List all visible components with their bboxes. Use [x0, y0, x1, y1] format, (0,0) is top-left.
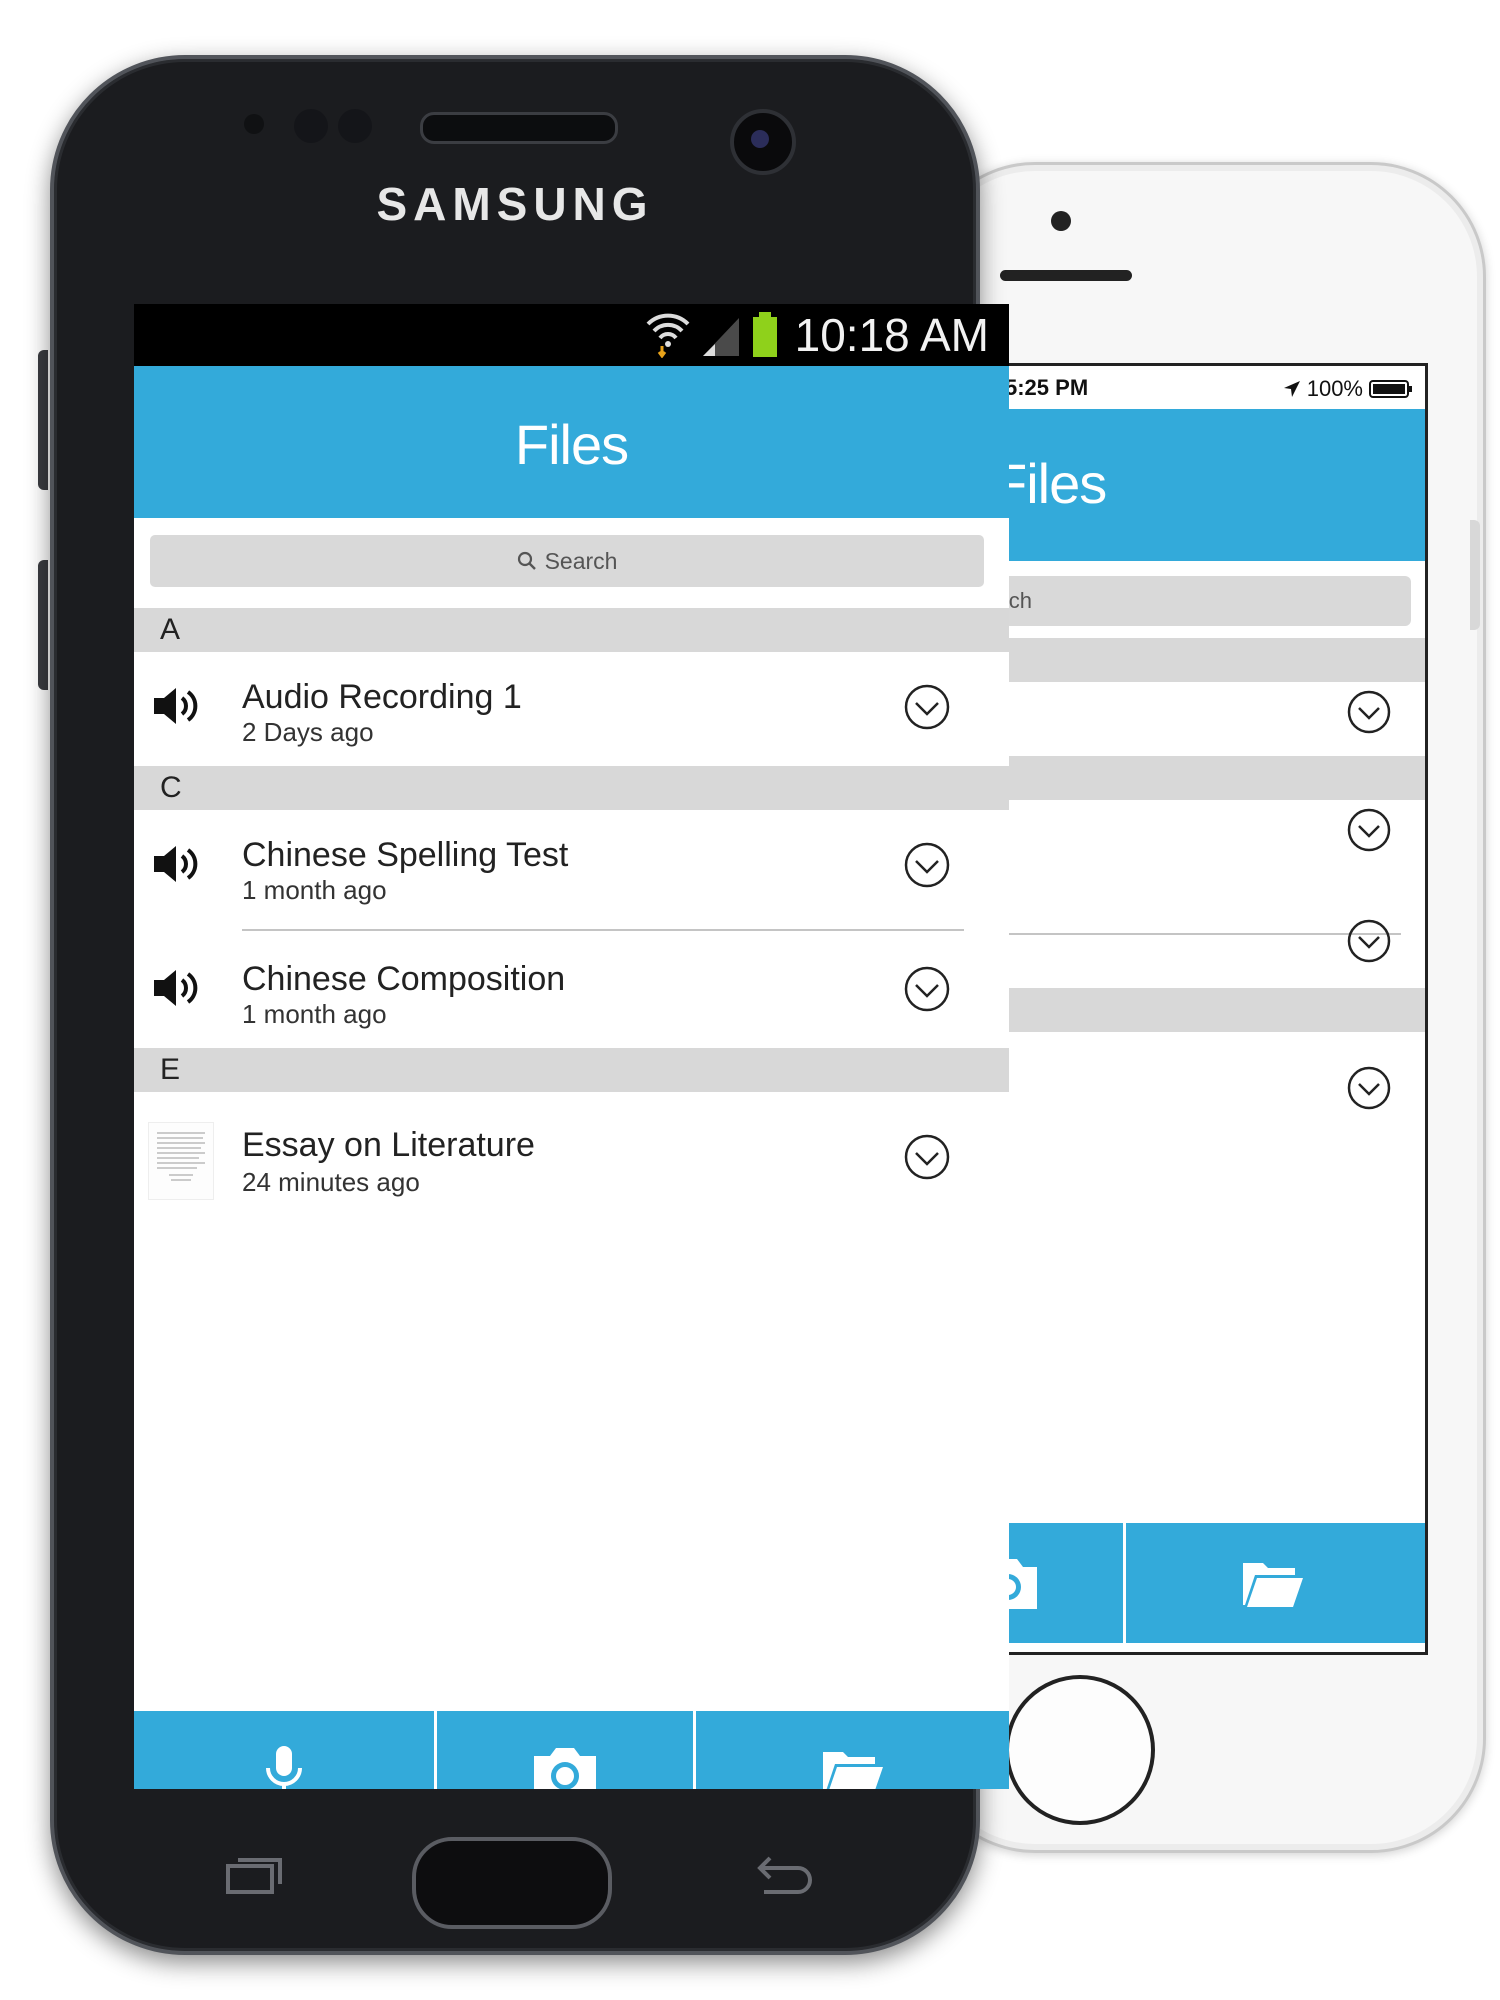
search-icon	[517, 551, 536, 570]
tab-camera[interactable]	[437, 1711, 693, 1789]
section-header-c: C	[134, 766, 1009, 810]
ios-search-input[interactable]: earch	[983, 576, 1411, 626]
ios-status-bar: 5:25 PM 100%	[983, 366, 1425, 409]
ios-row-divider	[983, 933, 1401, 935]
samsung-volume-button	[38, 350, 48, 490]
chevron-down-icon[interactable]	[1347, 690, 1391, 734]
ios-bottom-tab-bar	[983, 1523, 1425, 1643]
samsung-sensor	[338, 109, 372, 143]
location-arrow-icon	[1283, 381, 1300, 397]
tab-files[interactable]	[696, 1711, 1009, 1789]
samsung-volume-button	[38, 560, 48, 690]
speaker-icon	[154, 688, 198, 724]
list-item[interactable]: Essay on Literature 24 minutes ago	[134, 1092, 1009, 1222]
camera-icon	[534, 1748, 596, 1789]
document-text-lines	[157, 1132, 205, 1181]
file-name: Essay on Literature	[242, 1126, 535, 1164]
microphone-icon	[266, 1746, 302, 1789]
page-title: Files	[514, 413, 629, 476]
iphone-home-button[interactable]	[1005, 1675, 1155, 1825]
android-status-bar: 10:18 AM	[134, 304, 1009, 366]
chevron-down-icon[interactable]	[904, 842, 950, 888]
bottom-tab-bar	[134, 1711, 1009, 1789]
ios-section-header	[983, 638, 1425, 682]
app-header: Files	[134, 366, 1009, 518]
iphone-screen: 5:25 PM 100% Files earch	[980, 363, 1428, 1655]
signal-icon	[703, 318, 739, 356]
list-item[interactable]: Audio Recording 1 2 Days ago	[134, 652, 1009, 766]
ios-status-time: 5:25 PM	[1005, 375, 1089, 400]
iphone-front-camera	[1051, 211, 1071, 231]
chevron-down-icon[interactable]	[904, 684, 950, 730]
android-status-time: 10:18 AM	[794, 309, 989, 361]
samsung-device: SAMSUNG 10:18 AM Files Search A Audio Re…	[50, 55, 1009, 1955]
chevron-down-icon[interactable]	[904, 1134, 950, 1180]
chevron-down-icon[interactable]	[1347, 1066, 1391, 1110]
search-input[interactable]: Search	[150, 535, 984, 587]
ios-section-header	[983, 988, 1425, 1032]
file-name: Audio Recording 1	[242, 678, 522, 716]
file-name: Chinese Spelling Test	[242, 836, 569, 874]
back-icon[interactable]	[754, 1854, 814, 1896]
speaker-icon	[154, 970, 198, 1006]
folder-icon[interactable]	[1241, 1557, 1305, 1609]
samsung-screen: 10:18 AM Files Search A Audio Recording …	[134, 304, 1009, 1789]
iphone-side-button	[1470, 520, 1480, 630]
file-name: Chinese Composition	[242, 960, 566, 998]
section-header-e: E	[134, 1048, 1009, 1092]
wifi-icon	[646, 313, 690, 358]
samsung-brand-logo: SAMSUNG	[376, 178, 654, 230]
search-placeholder: Search	[544, 547, 618, 574]
list-item[interactable]: Chinese Spelling Test 1 month ago	[134, 810, 1009, 924]
section-header-a: A	[134, 608, 1009, 652]
document-thumbnail	[148, 1122, 214, 1200]
file-timestamp: 1 month ago	[242, 875, 387, 905]
file-timestamp: 24 minutes ago	[242, 1167, 420, 1197]
samsung-front-camera	[730, 109, 796, 175]
ios-header: Files	[983, 409, 1425, 561]
recent-apps-icon[interactable]	[224, 1854, 284, 1896]
battery-icon	[1369, 380, 1412, 398]
samsung-home-button[interactable]	[412, 1837, 612, 1929]
chevron-down-icon[interactable]	[1347, 919, 1391, 963]
file-timestamp: 2 Days ago	[242, 717, 374, 747]
list-item[interactable]: Chinese Composition 1 month ago	[134, 934, 1009, 1048]
iphone-earpiece	[1000, 270, 1132, 281]
file-timestamp: 1 month ago	[242, 999, 387, 1029]
ios-section-header	[983, 756, 1425, 800]
row-divider	[242, 929, 964, 931]
folder-icon	[822, 1752, 883, 1789]
samsung-sensor	[244, 114, 264, 134]
samsung-earpiece	[420, 112, 618, 144]
chevron-down-icon[interactable]	[904, 966, 950, 1012]
battery-icon	[753, 312, 777, 357]
ios-battery-percent: 100%	[1306, 376, 1363, 401]
speaker-icon	[154, 846, 198, 882]
tab-record[interactable]	[134, 1711, 434, 1789]
samsung-sensor	[294, 109, 328, 143]
ios-page-title: Files	[993, 452, 1107, 515]
chevron-down-icon[interactable]	[1347, 808, 1391, 852]
